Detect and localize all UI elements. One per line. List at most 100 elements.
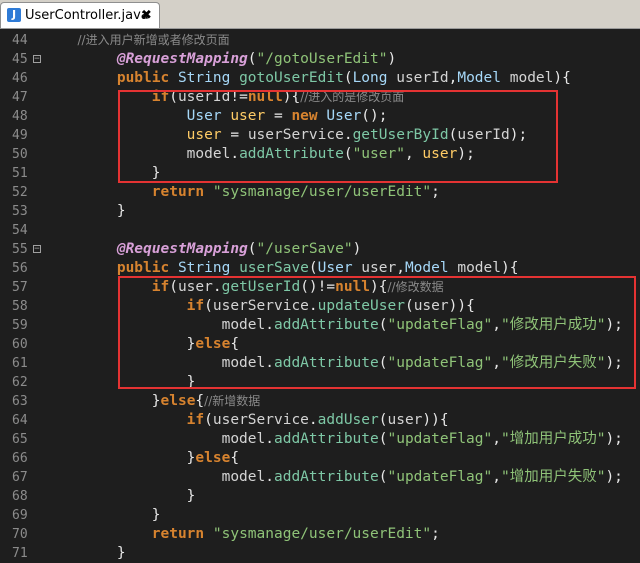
code-token: , <box>492 431 501 447</box>
code-token: ){ <box>553 70 571 86</box>
fold-toggle-icon[interactable]: − <box>33 245 41 254</box>
code-token: userId <box>396 70 449 86</box>
code-token: ); <box>605 469 623 485</box>
code-token: } <box>47 488 196 504</box>
code-token: ) <box>352 241 362 257</box>
line-number: 64 <box>12 413 28 428</box>
code-token: String <box>177 260 240 276</box>
editor-tab-bar: J UserController.java ✖ <box>0 0 640 29</box>
code-token: if <box>47 412 205 428</box>
code-text: }else{//新增数据 <box>47 392 261 411</box>
code-token: public <box>47 260 178 276</box>
code-token: else <box>160 393 196 409</box>
code-token: userSave <box>239 260 309 276</box>
code-text: public String gotoUserEdit(Long userId,M… <box>47 69 571 88</box>
code-token: } <box>47 507 161 523</box>
code-line[interactable]: 70 return "sysmanage/user/userEdit"; <box>0 525 640 544</box>
code-line[interactable]: 64 if(userService.addUser(user)){ <box>0 411 640 430</box>
line-number: 57 <box>12 280 28 295</box>
code-line[interactable]: 55− @RequestMapping("/userSave") <box>0 240 640 259</box>
fold-toggle-icon[interactable]: − <box>33 55 41 64</box>
code-line[interactable]: 63 }else{//新增数据 <box>0 392 640 411</box>
code-line[interactable]: 71 } <box>0 544 640 563</box>
code-token: User <box>317 260 362 276</box>
code-token: ( <box>308 260 318 276</box>
line-number: 63 <box>12 394 28 409</box>
code-token: "/userSave" <box>256 241 353 257</box>
code-text: @RequestMapping("/gotoUserEdit") <box>47 50 396 69</box>
code-line[interactable]: 66 }else{ <box>0 449 640 468</box>
code-token: "sysmanage/user/userEdit" <box>212 526 432 542</box>
code-token: ; <box>431 526 440 542</box>
code-text: model.addAttribute("updateFlag","增加用户成功"… <box>47 430 623 449</box>
code-line[interactable]: 65 model.addAttribute("updateFlag","增加用户… <box>0 430 640 449</box>
tab-usercontroller-java[interactable]: J UserController.java ✖ <box>0 2 160 28</box>
code-token: //进入用户新增或者修改页面 <box>47 33 230 47</box>
code-token: { <box>439 412 449 428</box>
line-number: 59 <box>12 318 28 333</box>
code-token: gotoUserEdit <box>239 70 344 86</box>
code-text: return "sysmanage/user/userEdit"; <box>47 525 440 544</box>
code-token: return <box>47 184 213 200</box>
code-token: model <box>47 431 266 447</box>
code-token: else <box>195 450 231 466</box>
highlight-box-edit-block <box>118 90 558 183</box>
code-line[interactable]: 45− @RequestMapping("/gotoUserEdit") <box>0 50 640 69</box>
line-number: 49 <box>12 128 28 143</box>
line-number: 56 <box>12 261 28 276</box>
code-token: ( <box>343 70 353 86</box>
close-icon[interactable]: ✖ <box>141 7 152 25</box>
line-number: 44 <box>12 33 28 48</box>
code-line[interactable]: 54 <box>0 221 640 240</box>
code-token: public <box>47 70 178 86</box>
line-number: 54 <box>12 223 28 238</box>
code-token: , <box>396 260 405 276</box>
code-token: addUser <box>317 412 379 428</box>
code-token: ( <box>204 412 213 428</box>
code-text: return "sysmanage/user/userEdit"; <box>47 183 440 202</box>
line-number: 67 <box>12 470 28 485</box>
code-text: if(userService.addUser(user)){ <box>47 411 449 430</box>
code-line[interactable]: 46 public String gotoUserEdit(Long userI… <box>0 69 640 88</box>
code-token: Long <box>352 70 397 86</box>
code-token: addAttribute <box>273 431 379 447</box>
code-token: "updateFlag" <box>387 431 493 447</box>
code-text: @RequestMapping("/userSave") <box>47 240 361 259</box>
line-number: 46 <box>12 71 28 86</box>
code-editor[interactable]: 44 //进入用户新增或者修改页面 45− @RequestMapping("/g… <box>0 29 640 563</box>
line-number: 69 <box>12 508 28 523</box>
code-token: } <box>47 545 126 561</box>
code-token: ) <box>387 51 397 67</box>
code-token: { <box>195 393 205 409</box>
code-line[interactable]: 69 } <box>0 506 640 525</box>
code-token: @RequestMapping <box>47 241 248 257</box>
code-line[interactable]: 52 return "sysmanage/user/userEdit"; <box>0 183 640 202</box>
code-token: . <box>265 431 274 447</box>
code-token: Model <box>457 70 510 86</box>
code-token: ){ <box>501 260 519 276</box>
code-token: } <box>47 203 126 219</box>
line-number: 68 <box>12 489 28 504</box>
code-token: "增加用户成功" <box>500 431 606 447</box>
code-line[interactable]: 53 } <box>0 202 640 221</box>
code-token: userService <box>212 412 309 428</box>
code-line[interactable]: 44 //进入用户新增或者修改页面 <box>0 31 640 50</box>
code-token: ( <box>247 241 257 257</box>
code-line[interactable]: 68 } <box>0 487 640 506</box>
code-token: user <box>387 412 423 428</box>
code-token: model <box>457 260 501 276</box>
code-token: } <box>47 393 161 409</box>
code-token: , <box>492 469 501 485</box>
code-text: }else{ <box>47 449 239 468</box>
code-token: { <box>230 450 240 466</box>
code-token: addAttribute <box>273 469 379 485</box>
code-token: //新增数据 <box>204 394 261 408</box>
line-number: 47 <box>12 90 28 105</box>
code-token: String <box>177 70 240 86</box>
code-text: } <box>47 487 196 506</box>
code-token: ; <box>431 184 440 200</box>
code-line[interactable]: 67 model.addAttribute("updateFlag","增加用户… <box>0 468 640 487</box>
highlight-box-update-block <box>118 276 636 389</box>
line-number: 70 <box>12 527 28 542</box>
code-token: model <box>509 70 554 86</box>
